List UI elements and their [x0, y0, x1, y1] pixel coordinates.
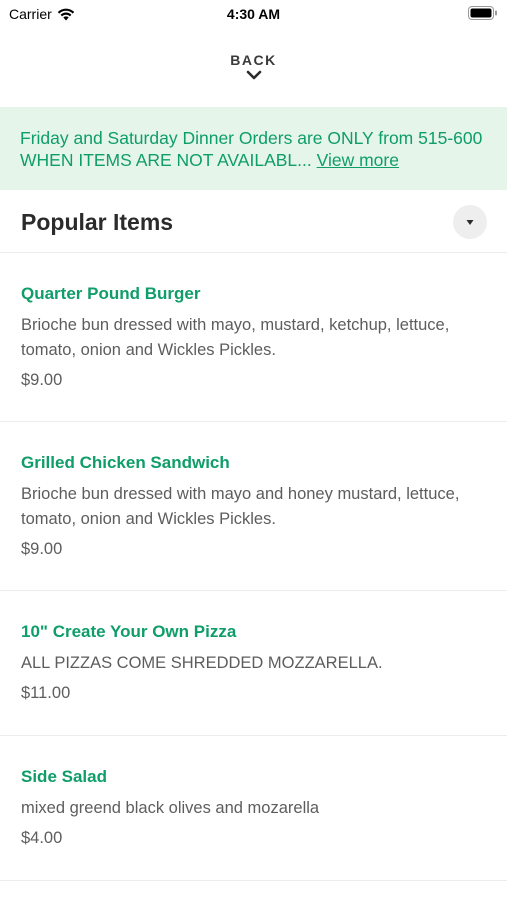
section-title: Popular Items	[21, 209, 174, 235]
menu-item-name: Quarter Pound Burger	[21, 284, 201, 303]
section-header: Popular Items	[0, 190, 507, 253]
menu-item[interactable]: 10" Create Your Own Pizza ALL PIZZAS COM…	[0, 591, 507, 736]
menu-item-name: Side Salad	[21, 767, 107, 786]
menu-item-price: $4.00	[21, 829, 63, 847]
menu-item-description: Brioche bun dressed with mayo and honey …	[21, 485, 460, 528]
menu-item-description: ALL PIZZAS COME SHREDDED MOZZARELLA.	[21, 654, 383, 672]
menu-item-price: $9.00	[21, 371, 63, 389]
back-label: BACK	[230, 52, 277, 68]
menu-item-price: $9.00	[21, 540, 63, 558]
caret-down-icon	[466, 219, 474, 225]
battery-icon	[468, 6, 497, 20]
view-more-link[interactable]: View more	[317, 150, 399, 170]
banner-text: Friday and Saturday Dinner Orders are ON…	[20, 128, 483, 170]
menu-item-description: mixed greend black olives and mozarella	[21, 799, 320, 817]
menu-item[interactable]: Side Salad mixed greend black olives and…	[0, 736, 507, 881]
menu-items-list: Quarter Pound Burger Brioche bun dressed…	[0, 253, 507, 881]
menu-item-name: Grilled Chicken Sandwich	[21, 453, 230, 472]
collapse-section-button[interactable]	[453, 205, 487, 239]
chevron-down-icon	[246, 70, 261, 80]
menu-item[interactable]: Grilled Chicken Sandwich Brioche bun dre…	[0, 422, 507, 591]
menu-item-name: 10" Create Your Own Pizza	[21, 622, 237, 641]
back-button[interactable]: BACK	[0, 52, 507, 80]
status-bar: Carrier 4:30 AM	[0, 0, 507, 28]
menu-item-price: $11.00	[21, 684, 71, 702]
menu-item[interactable]: Quarter Pound Burger Brioche bun dressed…	[0, 253, 507, 422]
menu-item-description: Brioche bun dressed with mayo, mustard, …	[21, 316, 450, 359]
announcement-banner: Friday and Saturday Dinner Orders are ON…	[0, 107, 507, 190]
status-time: 4:30 AM	[226, 6, 281, 22]
